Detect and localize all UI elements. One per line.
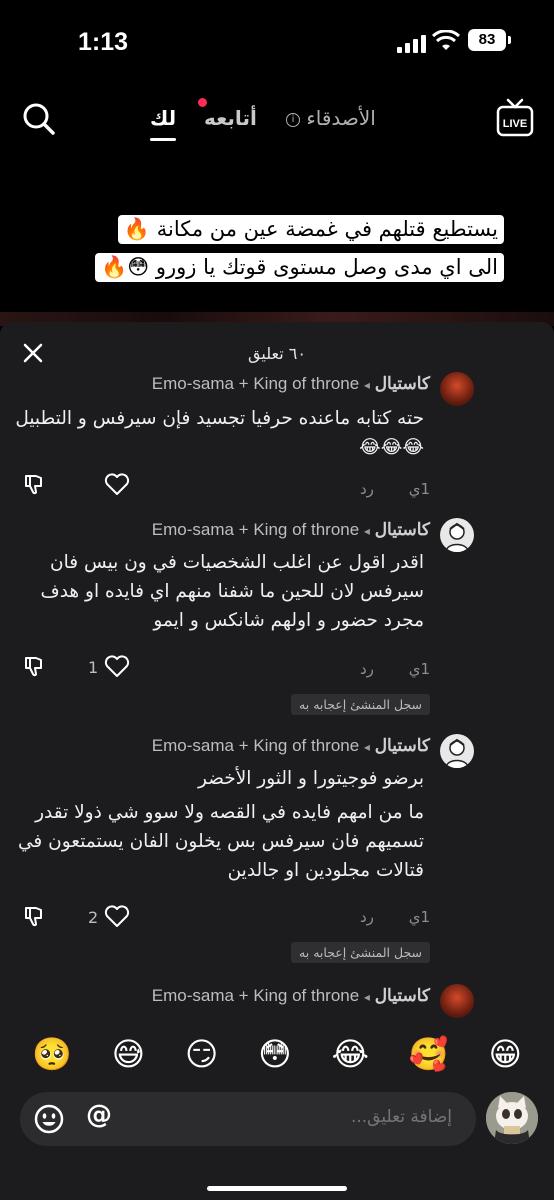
comment-author: كاستيال (374, 520, 430, 539)
reply-to-name: Emo-sama + King of throne (151, 736, 360, 755)
video-caption-line-2: الى اي مدى وصل مستوى قوتك يا زورو 😳🔥 (95, 253, 504, 282)
notification-dot (198, 98, 207, 107)
comment-author: كاستيال (374, 374, 430, 393)
comment-author-line[interactable]: كاستيال ◂ Emo-sama + King of throne (152, 374, 430, 394)
avatar-sketch (445, 522, 469, 552)
tab-friends-label: الأصدقاء (306, 106, 376, 130)
emoji-grinning-sweat[interactable]: 😅 (112, 1038, 145, 1070)
comment-text: اقدر اقول عن اغلب الشخصيات في ون بيس فان… (40, 552, 424, 631)
emoji-pleading[interactable]: 🥺 (32, 1038, 72, 1070)
live-icon[interactable]: LIVE (496, 98, 534, 138)
comment-time: 1ي (408, 660, 430, 678)
heart-icon[interactable] (104, 904, 130, 928)
comment-author: كاستيال (374, 986, 430, 1005)
avatar-sketch (445, 738, 469, 768)
tab-following[interactable]: أتابعه (204, 106, 257, 130)
comments-count-title: ٦٠ تعليق (248, 344, 306, 363)
comment-time: 1ي (408, 908, 430, 926)
reply-arrow-icon: ◂ (363, 378, 370, 392)
reply-to-name: Emo-sama + King of throne (151, 986, 360, 1005)
dislike-icon[interactable] (22, 472, 46, 496)
quick-emoji-bar: 🥺 😅 😏 😳 😂 🥰 😁 (0, 1028, 554, 1080)
comment-time: 1ي (408, 480, 430, 498)
comment-input-container[interactable]: @ (20, 1092, 476, 1146)
emoji-beaming[interactable]: 😁 (489, 1038, 522, 1070)
comment-author-line[interactable]: كاستيال ◂ Emo-sama + King of throne (152, 736, 430, 756)
battery-tip (508, 36, 511, 44)
dislike-icon[interactable] (22, 654, 46, 678)
search-icon[interactable] (22, 102, 56, 136)
comment-author: كاستيال (374, 736, 430, 755)
comment-meta: 1ي رد (360, 660, 430, 678)
tab-for-you[interactable]: لك (150, 106, 176, 130)
home-indicator (207, 1186, 347, 1191)
emoji-tears-of-joy[interactable]: 😂 (332, 1038, 369, 1070)
wifi-icon (432, 30, 460, 50)
info-icon: i (286, 112, 300, 127)
emoji-smiling-hearts[interactable]: 🥰 (409, 1038, 449, 1070)
top-nav: لك أتابعه الأصدقاء i LIVE (0, 90, 554, 150)
avatar[interactable] (440, 734, 474, 768)
comment-input[interactable] (152, 1107, 452, 1127)
like-count: 2 (88, 908, 99, 927)
avatar[interactable] (440, 984, 474, 1018)
reply-arrow-icon: ◂ (363, 740, 370, 754)
creator-liked-badge: سجل المنشئ إعجابه به (291, 942, 430, 963)
emoji-picker-icon[interactable] (34, 1104, 64, 1134)
battery-indicator: 83 (468, 29, 506, 51)
reply-button[interactable]: رد (360, 480, 374, 498)
like-count: 1 (88, 658, 99, 677)
reply-button[interactable]: رد (360, 908, 374, 926)
comment-meta: 1ي رد (360, 480, 430, 498)
comments-header: ٦٠ تعليق (0, 322, 554, 378)
comment-author-line[interactable]: كاستيال ◂ Emo-sama + King of throne (152, 986, 430, 1006)
reply-to-name: Emo-sama + King of throne (151, 520, 360, 539)
dislike-icon[interactable] (22, 904, 46, 928)
cellular-signal-icon (397, 33, 427, 53)
video-caption-line-1: يستطيع قتلهم في غمضة عين من مكانة 🔥 (117, 215, 504, 244)
cat-avatar-image (486, 1092, 538, 1144)
avatar[interactable] (440, 518, 474, 552)
avatar[interactable] (440, 372, 474, 406)
comment-text: حته كتابه ماعنده حرفيا تجسيد فإن سيرفس و… (15, 408, 424, 458)
heart-icon[interactable] (104, 472, 130, 496)
status-bar: 1:13 83 (0, 0, 554, 80)
comment-text-line-2: ما من امهم فايده في القصه ولا سوو شي ذول… (17, 802, 424, 881)
comment-text-line-1: برضو فوجيتورا و الثور الأخضر (198, 768, 424, 789)
active-tab-indicator (150, 138, 176, 141)
emoji-flushed[interactable]: 😳 (258, 1038, 291, 1070)
mention-icon[interactable]: @ (86, 1100, 112, 1130)
heart-icon[interactable] (104, 654, 130, 678)
clock: 1:13 (78, 28, 129, 56)
reply-arrow-icon: ◂ (363, 524, 370, 538)
live-label: LIVE (503, 118, 527, 130)
user-avatar[interactable] (486, 1092, 538, 1144)
reply-arrow-icon: ◂ (363, 990, 370, 1004)
comment-input-row: @ (0, 1084, 554, 1200)
creator-liked-badge: سجل المنشئ إعجابه به (291, 694, 430, 715)
reply-to-name: Emo-sama + King of throne (151, 374, 360, 393)
reply-button[interactable]: رد (360, 660, 374, 678)
comment-author-line[interactable]: كاستيال ◂ Emo-sama + King of throne (152, 520, 430, 540)
emoji-smirk[interactable]: 😏 (185, 1038, 218, 1070)
comment-meta: 1ي رد (360, 908, 430, 926)
tab-friends[interactable]: الأصدقاء i (286, 106, 376, 130)
